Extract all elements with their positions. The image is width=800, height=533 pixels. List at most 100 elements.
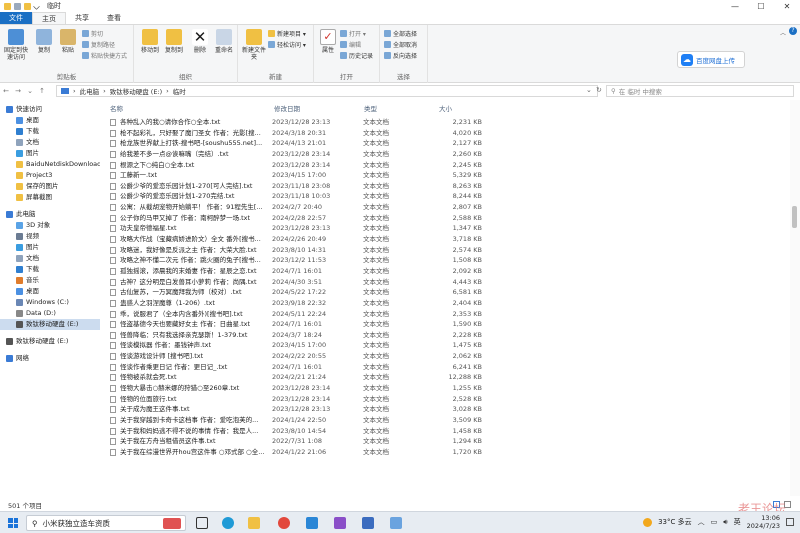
back-arrow-icon[interactable]: ← [0,87,12,95]
sidebar-item-nav-videos[interactable]: 视频 [0,231,100,242]
baidu-upload-button[interactable]: ☁ 百度网盘上传 [677,51,745,68]
sidebar-item-nav-baidunetdisk[interactable]: BaiduNetdiskDownload [0,159,100,170]
table-row[interactable]: 工藤新一.txt 2023/4/15 17:00 文本文档 5,329 KB [104,170,790,181]
sidebar-item-nav-desktop-pc[interactable]: 桌面 [0,286,100,297]
visual-studio-icon[interactable] [334,517,346,529]
table-row[interactable]: 枪不起彩礼，只好娶了魔门圣女 作者：光影[搜... 2024/3/18 20:31… [104,128,790,139]
sidebar-item-nav-drive-c[interactable]: Windows (C:) [0,297,100,308]
table-row[interactable]: 怪谈模拟器 作者：墨钱钟声.txt 2023/4/15 17:00 文本文档 1,47… [104,340,790,351]
properties-button[interactable]: ✓ 属性 [314,29,342,54]
history-button[interactable]: 历史记录 [340,51,373,60]
input-language[interactable]: 英 [734,517,741,527]
table-row[interactable]: 关于成为魔王这件事.txt 2023/12/28 23:13 文本文档 3,028 K… [104,404,790,415]
sidebar-item-nav-downloads[interactable]: 下载 [0,126,100,137]
table-row[interactable]: 古仙复苏，一万冥魔拜我为师（校对）.txt 2024/5/22 17:22 文本文档… [104,287,790,298]
tab-share[interactable]: 共享 [66,12,98,24]
sidebar-item-nav-drive-e-root[interactable]: 致钛移动硬盘 (E:) [0,336,100,347]
path-dropdown-icon[interactable]: ⌄ [586,86,592,94]
maximize-button[interactable]: ☐ [748,0,774,12]
table-row[interactable]: 乖，说服君了（全本内含番外)[搜书吧].txt 2024/5/11 22:24 文本… [104,309,790,320]
chevron-up-icon[interactable]: ︿ [698,517,705,527]
table-row[interactable]: 怪谈作者乘更日记 作者：更日记_.txt 2024/7/1 16:01 文本文档 6,… [104,362,790,373]
table-row[interactable]: 给我差不多一点@诶嘛嘴（完结）.txt 2023/12/28 23:14 文本文档 2… [104,149,790,160]
table-row[interactable]: 古神？这分明是白发兽耳小萝莉 作者：尚隅.txt 2024/4/30 3:51 文本… [104,277,790,288]
chrome-icon[interactable] [278,517,290,529]
table-row[interactable]: 根源之下○纯白○全本.txt 2023/12/28 23:14 文本文档 2,245 … [104,160,790,171]
table-row[interactable]: 怪物的位面旅行.txt 2023/12/28 23:14 文本文档 2,528 KB [104,394,790,405]
table-row[interactable]: 关于我穿越到卡奇卡这档事 作者：爱吃泡芙的... 2024/1/24 22:50 文… [104,415,790,426]
select-none-button[interactable]: 全部取消 [384,40,417,49]
sidebar-item-nav-drive-e[interactable]: 致钛移动硬盘 (E:) [0,319,100,330]
table-row[interactable]: 关于我在方舟当租借员这件事.txt 2022/7/31 1:08 文本文档 1,294… [104,436,790,447]
save-icon[interactable] [14,2,21,10]
table-row[interactable]: 怪兽降临：只有我选择亲克瑟斯！1-379.txt 2024/3/7 18:24 文本… [104,330,790,341]
search-input[interactable]: ⚲ 在 临时 中搜索 [606,85,794,97]
sidebar-item-nav-saved-pictures[interactable]: 保存的图片 [0,181,100,192]
clock[interactable]: 13:06 2024/7/23 [747,514,780,530]
sidebar-item-nav-downloads-pc[interactable]: 下载 [0,264,100,275]
windows-start-icon[interactable] [8,518,18,528]
weather-text[interactable]: 33°C 多云 [658,517,692,527]
table-row[interactable]: 攻略迷，我好像是反派之主 作者：大荣大脸.txt 2023/8/10 14:31 文… [104,245,790,256]
sidebar-item-nav-music[interactable]: 音乐 [0,275,100,286]
sidebar-item-nav-this-pc[interactable]: 此电脑 [0,209,100,220]
breadcrumb-drive[interactable]: 致钛移动硬盘 (E:) [110,86,162,96]
help-icon[interactable]: ? [789,27,797,35]
column-size[interactable]: 大小 [439,103,452,113]
table-row[interactable]: 关于我和妈妈逃不得不说的事情 作者：我是人... 2023/8/10 14:54 文… [104,426,790,437]
copy-to-button[interactable]: 复制到 [160,29,188,54]
column-type[interactable]: 类型 [364,103,377,113]
minimize-button[interactable]: — [722,0,748,12]
close-button[interactable]: ✕ [774,0,800,12]
sidebar-item-quick-access[interactable]: 快速访问 [0,104,100,115]
file-explorer-icon[interactable] [248,517,260,529]
network-icon[interactable]: ▭ [711,518,718,526]
table-row[interactable]: 孤独摇滚，添晨我的末婚妻 作者：星辰之恋.txt 2024/7/1 16:01 文本… [104,266,790,277]
notepad-icon[interactable] [390,517,402,529]
breadcrumb-folder[interactable]: 临时 [173,86,186,96]
tab-home[interactable]: 主页 [32,12,66,24]
new-item-button[interactable]: 新建项目 ▾ [268,29,306,38]
column-name[interactable]: 名称 [110,103,123,113]
address-path[interactable]: › 此电脑 › 致钛移动硬盘 (E:) › 临时 [56,85,598,97]
table-row[interactable]: 攻略之神不懂二次元 作者：跳火圈的兔子[搜书... 2023/12/2 11:53… [104,255,790,266]
sidebar-item-nav-network[interactable]: 网络 [0,353,100,364]
recent-chevron-icon[interactable]: ⌄ [24,87,36,95]
chevron-up-icon[interactable]: ︿ [780,28,786,37]
copy-path-button[interactable]: 复制路径 [82,40,115,49]
new-folder-button[interactable]: 新建文件夹 [240,29,268,61]
easy-access-button[interactable]: 轻松访问 ▾ [268,40,306,49]
sidebar-item-nav-documents-pc[interactable]: 文档 [0,253,100,264]
rename-button[interactable]: 重命名 [210,29,238,54]
select-all-button[interactable]: 全部选择 [384,29,417,38]
paste-button[interactable]: 粘贴 [54,29,82,54]
table-row[interactable]: 怪盗基德今天也要藏好女主 作者：日曲星.txt 2024/7/1 16:01 文本文… [104,319,790,330]
table-row[interactable]: 怪物被杀就会死.txt 2024/2/21 21:24 文本文档 12,288 KB [104,372,790,383]
sidebar-item-nav-3d-objects[interactable]: 3D 对象 [0,220,100,231]
table-row[interactable]: 枪龙族世界献上打铁-搜书吧-[soushu555.net]... 2024/4/1… [104,138,790,149]
app-icon[interactable] [362,517,374,529]
volume-icon[interactable]: 🔊︎ [723,518,727,527]
table-row[interactable]: 公寓：从截胡宠物开始躺平！ 作者：91程先生[... 2024/2/7 20:40… [104,202,790,213]
edge-browser-icon[interactable] [222,517,234,529]
weather-sun-icon[interactable] [643,517,653,527]
table-row[interactable]: 公爵少爷的爱恋乐园计划1-270[可人完结].txt 2023/11/18 23:… [104,181,790,192]
sidebar-item-nav-pictures[interactable]: 图片 [0,148,100,159]
folder-icon[interactable] [24,2,31,10]
sidebar-item-nav-pictures-pc[interactable]: 图片 [0,242,100,253]
open-button[interactable]: 打开 ▾ [340,29,366,38]
table-row[interactable]: 蛊惑人之羽涅魔尊（1-206）.txt 2023/9/18 22:32 文本文档 2,… [104,298,790,309]
paste-shortcut-button[interactable]: 粘贴快捷方式 [82,51,127,60]
taskbar-search[interactable]: ⚲ 小米获独立造车资质 [26,515,186,531]
pin-quick-access-button[interactable]: 固定到快速访问 [2,29,30,61]
tab-view[interactable]: 查看 [98,12,130,24]
tab-file[interactable]: 文件 [0,12,32,24]
edit-button[interactable]: 编辑 [340,40,361,49]
invert-selection-button[interactable]: 反向选择 [384,51,417,60]
column-date[interactable]: 修改日期 [274,103,300,113]
up-arrow-icon[interactable]: ↑ [36,87,48,95]
table-row[interactable]: 功夫皇帝德福星.txt 2023/12/28 23:13 文本文档 1,347 KB [104,223,790,234]
scrollbar-thumb[interactable] [792,206,797,228]
breadcrumb-pc[interactable]: 此电脑 [80,86,100,96]
cut-button[interactable]: 剪切 [82,29,103,38]
